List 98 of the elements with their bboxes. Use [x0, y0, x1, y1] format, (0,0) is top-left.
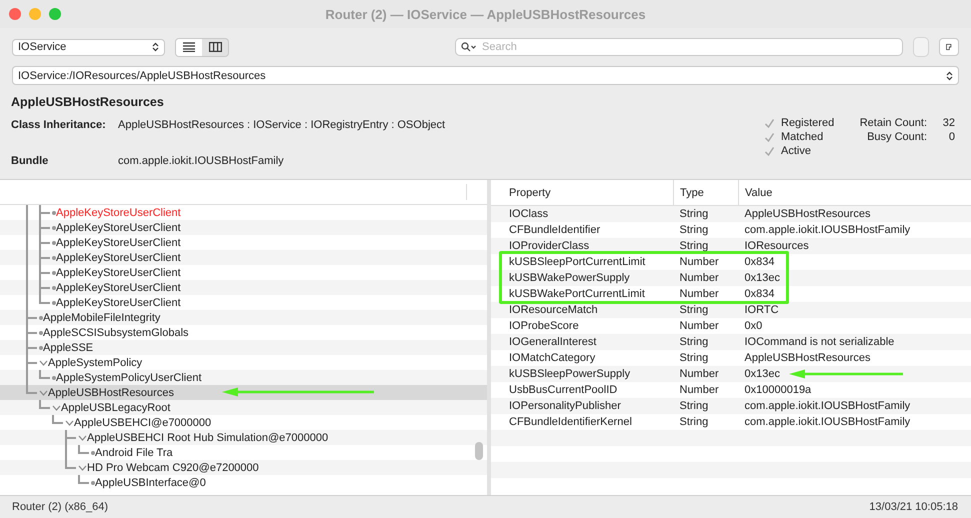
table-cell: Number: [674, 286, 738, 302]
timestamp: 13/03/21 10:05:18: [869, 501, 958, 513]
node-dot-icon: [91, 450, 95, 454]
chevron-down-icon[interactable]: [78, 464, 87, 470]
tree-item[interactable]: AppleKeyStoreUserClient: [56, 206, 181, 218]
chevron-down-icon[interactable]: [39, 390, 48, 396]
table-cell: com.apple.iokit.IOUSBHostFamily: [738, 222, 971, 238]
plane-dropdown[interactable]: IOService: [12, 38, 165, 56]
tree-item[interactable]: AppleSSE: [43, 342, 94, 354]
checkbox-label: Matched: [781, 131, 824, 143]
scrollbar-thumb[interactable]: [475, 442, 483, 460]
table-cell: 0x834: [738, 286, 971, 302]
table-cell: CFBundleIdentifierKernel: [491, 414, 674, 430]
chevron-down-icon[interactable]: [65, 420, 74, 426]
node-dot-icon: [52, 286, 56, 290]
checkbox-label: Registered: [781, 117, 834, 129]
class-name: AppleUSBHostResources: [11, 95, 165, 109]
table-cell: Number: [674, 366, 738, 382]
tree-item[interactable]: AppleSCSISubsystemGlobals: [43, 326, 189, 338]
node-dot-icon: [52, 226, 56, 230]
chevron-down-icon[interactable]: [39, 360, 48, 366]
table-cell: String: [674, 334, 738, 350]
table-cell: kUSBWakePowerSupply: [491, 270, 674, 286]
table-cell: 0x0: [738, 318, 971, 334]
tree-item[interactable]: AppleKeyStoreUserClient: [56, 266, 181, 278]
tree-item[interactable]: AppleKeyStoreUserClient: [56, 236, 181, 248]
table-cell: com.apple.iokit.IOUSBHostFamily: [738, 414, 971, 430]
table-cell: Number: [674, 270, 738, 286]
panel-icon: [946, 41, 952, 53]
tree-item[interactable]: Android File Tra: [95, 446, 173, 458]
node-dot-icon: [39, 346, 43, 350]
table-cell: kUSBWakePortCurrentLimit: [491, 286, 674, 302]
node-dot-icon: [52, 256, 56, 260]
node-dot-icon: [39, 316, 43, 320]
table-cell: IOClass: [491, 206, 674, 222]
table-cell: Number: [674, 254, 738, 270]
table-cell: IOProbeScore: [491, 318, 674, 334]
node-dot-icon: [52, 210, 56, 214]
count-value: 32: [942, 117, 955, 129]
table-cell: AppleUSBHostResources: [738, 350, 971, 366]
updown-icon: [152, 42, 159, 52]
table-cell: Number: [674, 318, 738, 334]
tree-item[interactable]: AppleMobileFileIntegrity: [43, 312, 160, 324]
checkbox-label: Active: [781, 145, 811, 157]
table-cell: String: [674, 414, 738, 430]
chevron-down-icon[interactable]: [52, 404, 61, 410]
list-icon: [183, 42, 195, 52]
table-cell: 0x13ec: [738, 366, 971, 382]
search-field[interactable]: Search: [455, 38, 903, 56]
table-cell: UsbBusCurrentPoolID: [491, 382, 674, 398]
table-cell: IOResources: [738, 238, 971, 254]
node-dot-icon: [52, 300, 56, 304]
field-label: Bundle: [11, 155, 50, 167]
path-field[interactable]: IOService:/IOResources/AppleUSBHostResources: [12, 66, 959, 85]
table-cell: Number: [674, 382, 738, 398]
node-dot-icon: [52, 240, 56, 244]
node-dot-icon: [52, 270, 56, 274]
tree-item[interactable]: AppleUSBLegacyRoot: [61, 402, 170, 414]
tree-item[interactable]: AppleUSBEHCI@e7000000: [74, 416, 212, 428]
tree-item[interactable]: AppleUSBInterface@0: [95, 476, 206, 488]
table-cell: CFBundleIdentifier: [491, 222, 674, 238]
window-title: Router (2) — IOService — AppleUSBHostResources: [325, 6, 646, 22]
columns-icon: [208, 42, 222, 52]
close-button[interactable]: [9, 8, 21, 20]
chevron-down-icon[interactable]: [78, 434, 87, 440]
table-cell: com.apple.iokit.IOUSBHostFamily: [738, 398, 971, 414]
node-dot-icon: [39, 330, 43, 334]
node-dot-icon: [91, 480, 95, 484]
count-label: Retain Count:: [858, 117, 927, 129]
table-cell: String: [674, 222, 738, 238]
status-text: Router (2) (x86_64): [12, 501, 108, 513]
count-label: Busy Count:: [866, 131, 927, 143]
table-cell: IOPersonalityPublisher: [491, 398, 674, 414]
search-icon: [461, 42, 477, 52]
node-dot-icon: [52, 376, 56, 380]
table-cell: 0x834: [738, 254, 971, 270]
inspector-button[interactable]: [939, 38, 959, 56]
updown-icon: [946, 70, 953, 80]
field-label: Class Inheritance:: [11, 119, 107, 131]
count-value: 0: [948, 131, 955, 143]
table-cell: String: [674, 206, 738, 222]
zoom-button[interactable]: [49, 8, 61, 20]
table-cell: AppleUSBHostResources: [738, 206, 971, 222]
table-cell: String: [674, 350, 738, 366]
view-mode-button[interactable]: [176, 38, 202, 56]
table-cell: IOMatchCategory: [491, 350, 674, 366]
table-cell: IOGeneralInterest: [491, 334, 674, 350]
table-cell: 0x10000019a: [738, 382, 971, 398]
bundle-value: com.apple.iokit.IOUSBHostFamily: [118, 155, 284, 167]
table-cell: 0x13ec: [738, 270, 971, 286]
table-cell: IORTC: [738, 302, 971, 318]
inheritance-value: AppleUSBHostResources : IOService : IORegistryEntry : OSObject: [118, 119, 446, 131]
table-cell: kUSBSleepPowerSupply: [491, 366, 674, 382]
table-cell: kUSBSleepPortCurrentLimit: [491, 254, 674, 270]
tree-item[interactable]: AppleKeyStoreUserClient: [56, 296, 181, 308]
tree-item[interactable]: AppleSystemPolicy: [48, 356, 142, 368]
table-cell: String: [674, 398, 738, 414]
table-cell: IOCommand is not serializable: [738, 334, 971, 350]
